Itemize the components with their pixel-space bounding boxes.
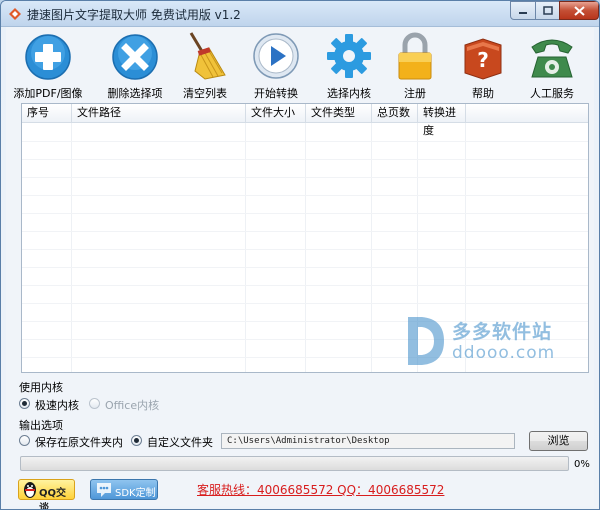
column-header-index[interactable]: 序号 <box>22 104 72 123</box>
row-divider <box>22 267 588 268</box>
toolbar-add-label: 添加PDF/图像 <box>13 87 83 100</box>
toolbar: 添加PDF/图像 删除选择项 清空列表 开始转换 选择内核 注册 ? 帮助 人工… <box>6 27 594 101</box>
output-path-field[interactable]: C:\Users\Administrator\Desktop <box>221 433 515 449</box>
row-divider <box>22 231 588 232</box>
sdk-icon <box>97 483 111 497</box>
qq-chat-button[interactable]: QQ交谈 <box>18 479 75 509</box>
column-divider <box>305 123 306 372</box>
column-divider <box>71 123 72 372</box>
toolbar-add-button[interactable]: 添加PDF/图像 <box>8 31 88 100</box>
row-divider <box>22 141 588 142</box>
maximize-icon <box>542 6 553 15</box>
browse-button[interactable]: 浏览 <box>529 431 588 451</box>
sdk-custom-button[interactable]: SDK定制 <box>90 479 158 500</box>
column-divider <box>371 123 372 372</box>
engine-fast-label[interactable]: 极速内核 <box>35 397 79 413</box>
svg-text:?: ? <box>477 48 489 72</box>
toolbar-delete-label: 删除选择项 <box>107 87 163 100</box>
watermark-text-1: 多多软件站 <box>452 321 553 343</box>
lock-icon <box>398 32 432 80</box>
output-original-folder-label[interactable]: 保存在原文件夹内 <box>35 434 123 450</box>
toolbar-help-button[interactable]: ? 帮助 <box>443 31 523 100</box>
phone-icon <box>531 39 573 78</box>
title-bar[interactable]: 捷速图片文字提取大师 免费试用版 v1.2 <box>1 1 599 27</box>
output-heading: 输出选项 <box>19 419 63 432</box>
row-divider <box>22 177 588 178</box>
progress-percent: 0% <box>574 459 590 470</box>
output-original-folder-radio[interactable] <box>19 435 30 446</box>
column-header-type[interactable]: 文件类型 <box>306 104 372 123</box>
column-header-path[interactable]: 文件路径 <box>72 104 246 123</box>
column-header-progress[interactable]: 转换进度 <box>418 104 466 137</box>
column-header-size[interactable]: 文件大小 <box>246 104 306 123</box>
maximize-button[interactable] <box>535 1 560 20</box>
qq-chat-label: QQ交谈 <box>39 488 67 510</box>
toolbar-service-label: 人工服务 <box>530 87 574 100</box>
hotline-link[interactable]: 客服热线：4006685572 QQ：4006685572 <box>197 481 444 498</box>
toolbar-delete-button[interactable]: 删除选择项 <box>95 31 175 100</box>
toolbar-clear-button[interactable]: 清空列表 <box>165 31 245 100</box>
table-header: 序号 文件路径 文件大小 文件类型 总页数 转换进度 <box>22 104 588 137</box>
row-divider <box>22 303 588 304</box>
toolbar-start-label: 开始转换 <box>254 87 298 100</box>
minimize-button[interactable] <box>510 1 536 20</box>
window-title: 捷速图片文字提取大师 免费试用版 v1.2 <box>27 8 241 22</box>
watermark-logo-icon <box>408 317 444 365</box>
toolbar-clear-label: 清空列表 <box>183 87 227 100</box>
main-panel: 添加PDF/图像 删除选择项 清空列表 开始转换 选择内核 注册 ? 帮助 人工… <box>6 27 594 509</box>
column-header-pages[interactable]: 总页数 <box>372 104 418 123</box>
help-book-icon: ? <box>464 38 502 80</box>
add-icon <box>25 34 71 80</box>
engine-heading: 使用内核 <box>19 381 63 394</box>
minimize-icon <box>519 11 527 14</box>
watermark: 多多软件站 ddooo.com <box>402 313 572 373</box>
delete-icon <box>112 34 158 80</box>
play-icon <box>253 33 299 79</box>
toolbar-service-button[interactable]: 人工服务 <box>512 31 592 100</box>
row-divider <box>22 159 588 160</box>
row-divider <box>22 195 588 196</box>
watermark-text-2: ddooo.com <box>452 343 556 363</box>
output-custom-folder-radio[interactable] <box>131 435 142 446</box>
close-icon <box>573 5 585 16</box>
row-divider <box>22 285 588 286</box>
toolbar-help-label: 帮助 <box>472 87 494 100</box>
progress-bar <box>20 456 569 471</box>
engine-office-radio <box>89 398 100 409</box>
toolbar-start-button[interactable]: 开始转换 <box>236 31 316 100</box>
row-divider <box>22 249 588 250</box>
engine-fast-radio[interactable] <box>19 398 30 409</box>
gear-icon <box>327 34 371 78</box>
engine-office-label: Office内核 <box>105 399 160 412</box>
app-icon <box>9 8 21 20</box>
broom-icon <box>189 32 226 80</box>
qq-penguin-icon <box>24 482 36 498</box>
close-button[interactable] <box>559 1 599 20</box>
sdk-custom-label: SDK定制 <box>115 488 156 499</box>
app-window: 捷速图片文字提取大师 免费试用版 v1.2 添加PDF/图像 删除选择项 清空列… <box>0 0 600 510</box>
column-divider <box>245 123 246 372</box>
row-divider <box>22 213 588 214</box>
output-custom-folder-label[interactable]: 自定义文件夹 <box>147 434 213 450</box>
